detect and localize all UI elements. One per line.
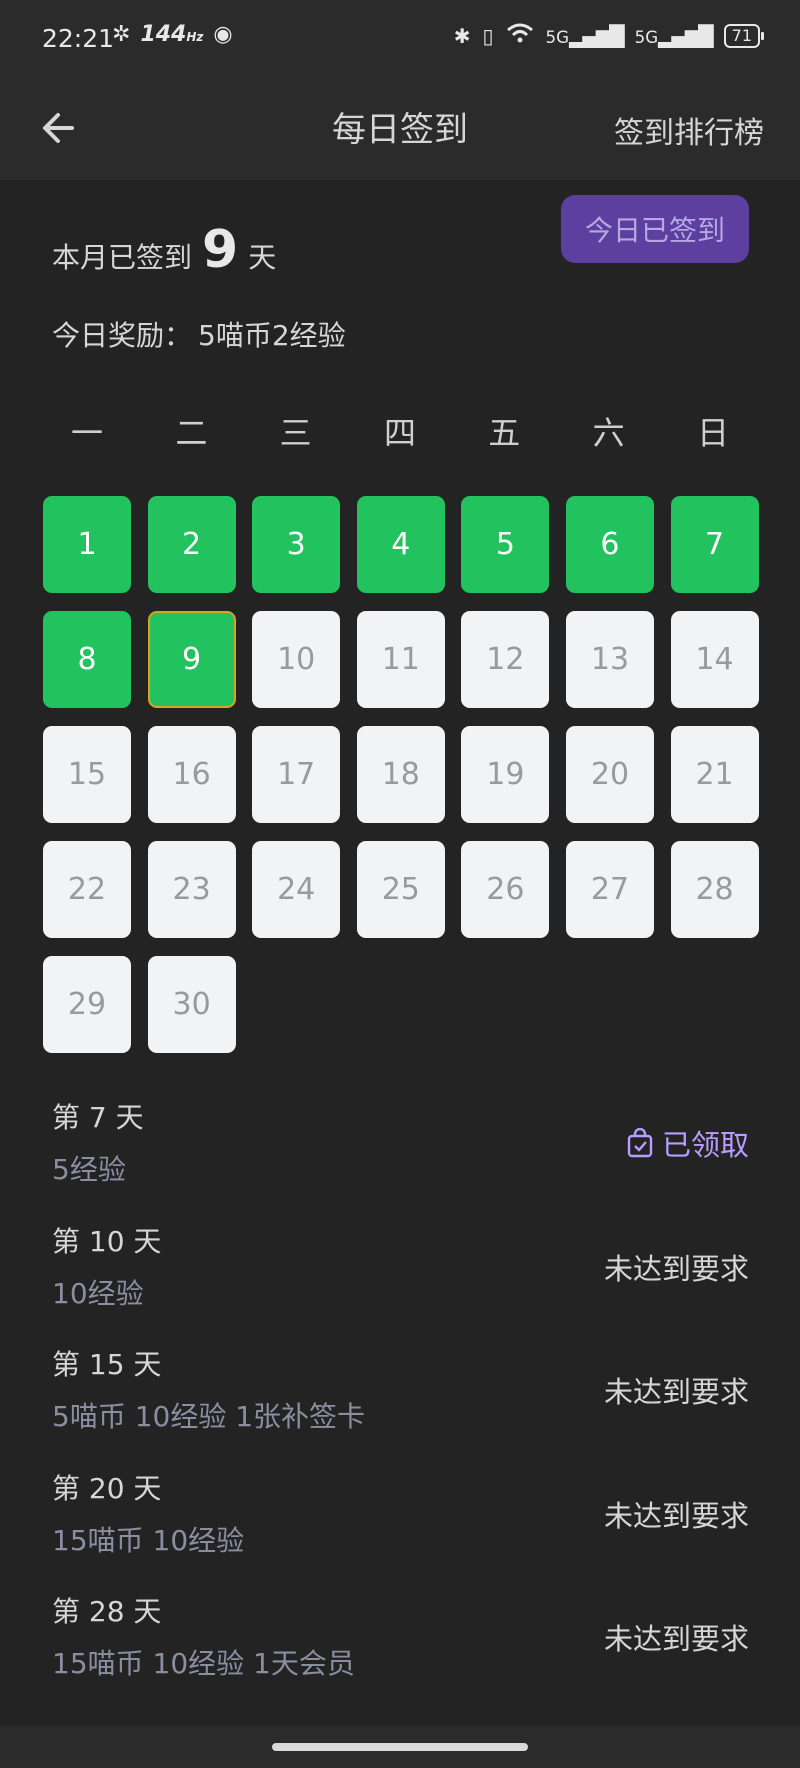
bag-check-icon (627, 1128, 653, 1158)
status-bar: 22:21 ✲ 144Hz ◉ ✱ ▯ 5G▂▄▆█ 5G▂▄▆█ 71 (0, 0, 800, 80)
reward-item: 第 28 天 15喵币 10经验 1天会员 未达到要求 (52, 1590, 749, 1714)
summary-suffix: 天 (248, 241, 277, 274)
refresh-rate-unit: Hz (186, 30, 204, 44)
reward-desc: 15喵币 10经验 1天会员 (52, 1647, 355, 1680)
fan-icon: ✲ (112, 22, 131, 47)
calendar-day[interactable]: 23 (147, 841, 236, 938)
calendar-day[interactable]: 30 (147, 956, 236, 1053)
calendar-day-signed[interactable]: 4 (356, 496, 445, 593)
reward-title: 第 20 天 (52, 1471, 162, 1505)
calendar-day[interactable]: 13 (565, 611, 654, 708)
reward-item: 第 10 天 10经验 未达到要求 (52, 1220, 749, 1344)
network-type-2: 5G (634, 27, 659, 47)
location-icon: ◉ (213, 22, 233, 47)
calendar-day[interactable]: 11 (356, 611, 445, 708)
reward-title: 第 10 天 (52, 1224, 162, 1258)
calendar-grid: 1 2 3 4 5 6 7 8 9 10 11 12 13 14 15 16 1… (43, 496, 759, 1053)
calendar-day[interactable]: 19 (461, 726, 550, 823)
calendar-day[interactable]: 21 (670, 726, 759, 823)
reward-status: 未达到要求 (603, 1375, 749, 1409)
calendar-day-signed[interactable]: 7 (670, 496, 759, 593)
milestone-rewards: 第 7 天 5经验 已领取 第 10 天 10经验 未达到要求 第 15 天 5… (52, 1096, 749, 1714)
weekday-label: 三 (279, 414, 312, 452)
weekday-label: 四 (383, 414, 416, 452)
calendar-day[interactable]: 17 (252, 726, 341, 823)
monthly-summary: 本月已签到 9 天 (52, 220, 276, 280)
signal-icon-1: 5G▂▄▆█ (545, 23, 625, 48)
weekday-label: 六 (592, 414, 625, 452)
status-time: 22:21 (42, 24, 115, 53)
reward-title: 第 28 天 (52, 1595, 162, 1628)
calendar-day-signed[interactable]: 3 (252, 496, 341, 593)
leaderboard-link[interactable]: 签到排行榜 (614, 108, 764, 152)
reward-item: 第 20 天 15喵币 10经验 未达到要求 (52, 1467, 749, 1591)
app-header: 每日签到 签到排行榜 (0, 80, 800, 180)
weekday-header: 一 二 三 四 五 六 日 (43, 408, 757, 454)
refresh-rate-value: 144 (140, 22, 187, 47)
calendar-day[interactable]: 14 (670, 611, 759, 708)
today-reward-value: 5喵币2经验 (198, 319, 346, 352)
reward-status: 未达到要求 (603, 1251, 749, 1286)
weekday-label: 日 (696, 414, 729, 452)
reward-desc: 10经验 (52, 1276, 144, 1310)
signed-days-count: 9 (202, 220, 239, 280)
reward-desc: 15喵币 10经验 (52, 1523, 245, 1557)
calendar-day[interactable]: 22 (43, 841, 131, 938)
reward-status-label: 已领取 (661, 1128, 749, 1162)
summary-prefix: 本月已签到 (52, 241, 193, 274)
calendar-day[interactable]: 12 (461, 611, 550, 708)
today-reward-label: 今日奖励： (52, 319, 193, 352)
status-left-icons: ✲ 144Hz ◉ (112, 22, 233, 47)
calendar-day[interactable]: 29 (43, 956, 131, 1053)
calendar-day[interactable]: 24 (252, 841, 341, 938)
calendar-day[interactable]: 15 (43, 726, 131, 823)
calendar-day[interactable]: 20 (565, 726, 654, 823)
calendar-day-signed[interactable]: 2 (147, 496, 236, 593)
reward-title: 第 7 天 (52, 1101, 144, 1134)
reward-desc: 5经验 (52, 1153, 126, 1186)
calendar-day[interactable]: 16 (147, 726, 236, 823)
calendar-day-signed[interactable]: 8 (43, 611, 131, 708)
vibrate-icon: ▯ (482, 23, 494, 48)
reward-item: 第 15 天 5喵币 10经验 1张补签卡 未达到要求 (52, 1343, 749, 1467)
calendar-day-signed[interactable]: 5 (461, 496, 550, 593)
weekday-label: 五 (488, 414, 521, 452)
signed-today-button[interactable]: 今日已签到 (561, 195, 749, 263)
network-type-1: 5G (545, 27, 570, 47)
weekday-label: 一 (70, 414, 103, 452)
weekday-label: 二 (175, 414, 208, 452)
calendar-day[interactable]: 27 (565, 841, 654, 938)
calendar-day[interactable]: 25 (356, 841, 445, 938)
calendar-day-signed[interactable]: 1 (43, 496, 131, 593)
calendar-day-signed[interactable]: 6 (565, 496, 654, 593)
calendar-day-today[interactable]: 9 (147, 611, 236, 708)
wifi-icon (506, 22, 534, 49)
reward-claimed-status[interactable]: 已领取 (626, 1122, 749, 1164)
reward-status: 未达到要求 (603, 1622, 749, 1656)
calendar-day[interactable]: 28 (670, 841, 759, 938)
battery-icon: 71 (723, 23, 765, 48)
calendar-day[interactable]: 18 (356, 726, 445, 823)
calendar-day[interactable]: 10 (252, 611, 341, 708)
reward-item: 第 7 天 5经验 已领取 (52, 1096, 749, 1220)
refresh-rate: 144Hz (140, 22, 203, 47)
calendar-day[interactable]: 26 (461, 841, 550, 938)
bluetooth-icon: ✱ (453, 23, 471, 48)
today-reward: 今日奖励： 5喵币2经验 (52, 314, 346, 354)
signal-icon-2: 5G▂▄▆█ (634, 23, 714, 48)
reward-status: 未达到要求 (603, 1498, 749, 1533)
reward-desc: 5喵币 10经验 1张补签卡 (52, 1400, 366, 1433)
home-indicator[interactable] (272, 1743, 528, 1751)
reward-title: 第 15 天 (52, 1348, 162, 1381)
status-right-icons: ✱ ▯ 5G▂▄▆█ 5G▂▄▆█ 71 (453, 22, 765, 49)
